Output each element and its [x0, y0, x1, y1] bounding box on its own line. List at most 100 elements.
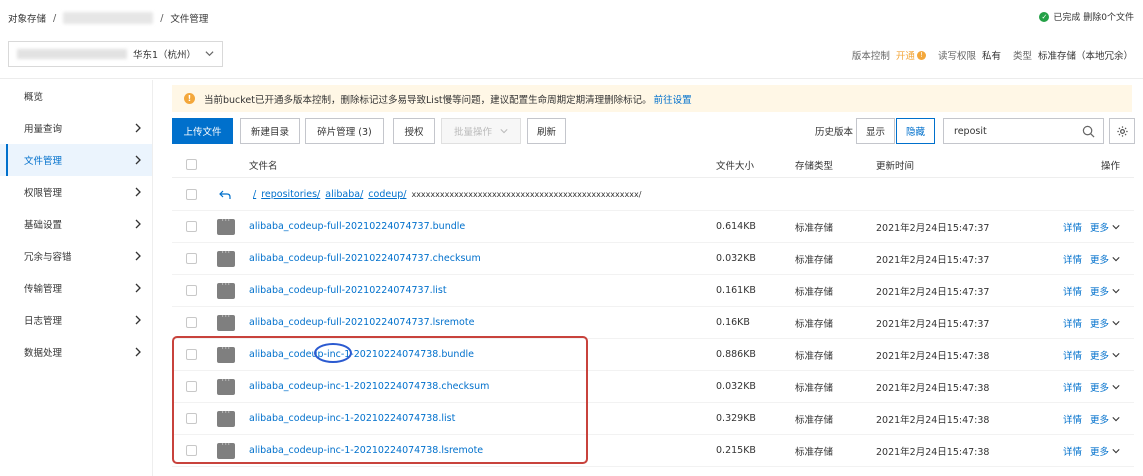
- storage-type: 标准存储: [795, 414, 834, 426]
- file-name-link[interactable]: alibaba_codeup-full-20210224074737.check…: [249, 243, 481, 274]
- more-link[interactable]: 更多: [1090, 444, 1109, 458]
- detail-link[interactable]: 详情: [1063, 412, 1082, 426]
- chevron-down-icon: [205, 51, 214, 57]
- file-icon: [217, 216, 235, 235]
- breadcrumb-bucket-redacted[interactable]: [63, 12, 154, 24]
- detail-link[interactable]: 详情: [1063, 252, 1082, 266]
- detail-link[interactable]: 详情: [1063, 284, 1082, 298]
- sidebar-item-usage[interactable]: 用量查询: [0, 112, 152, 144]
- chevron-down-icon[interactable]: [1112, 415, 1120, 423]
- table-row: alibaba_codeup-full-20210224074737.list 0…: [172, 275, 1134, 307]
- updated-time: 2021年2月24日15:47:37: [876, 286, 990, 298]
- path-root[interactable]: /: [253, 189, 256, 200]
- detail-link[interactable]: 详情: [1063, 220, 1082, 234]
- chevron-down-icon[interactable]: [1112, 351, 1120, 359]
- file-name-link[interactable]: alibaba_codeup-full-20210224074737.lsrem…: [249, 307, 474, 338]
- detail-link[interactable]: 详情: [1063, 380, 1082, 394]
- chevron-down-icon: [500, 129, 508, 134]
- chevron-down-icon[interactable]: [1112, 287, 1120, 295]
- storage-type: 标准存储: [795, 382, 834, 394]
- search-icon[interactable]: [1082, 125, 1095, 138]
- sidebar-item-basic-settings[interactable]: 基础设置: [0, 208, 152, 240]
- file-name-link[interactable]: alibaba_codeup-full-20210224074737.list: [249, 275, 447, 306]
- storage-type: 标准存储: [795, 318, 834, 330]
- row-actions: 详情 更多: [1063, 307, 1120, 338]
- checkbox[interactable]: [186, 317, 197, 328]
- checkbox[interactable]: [186, 159, 197, 170]
- banner-settings-link[interactable]: 前往设置: [654, 92, 692, 106]
- more-link[interactable]: 更多: [1090, 380, 1109, 394]
- checkbox[interactable]: [186, 285, 197, 296]
- sidebar-item-label: 用量查询: [24, 124, 63, 135]
- upload-file-button[interactable]: 上传文件: [172, 118, 233, 144]
- sidebar-item-redundancy[interactable]: 冗余与容错: [0, 240, 152, 272]
- breadcrumb-root[interactable]: 对象存储: [8, 11, 46, 25]
- checkbox[interactable]: [186, 253, 197, 264]
- rw-permission-label: 读写权限: [937, 51, 976, 62]
- file-size: 0.161KB: [716, 285, 756, 296]
- checkbox[interactable]: [186, 221, 197, 232]
- search-input[interactable]: [954, 125, 1074, 137]
- more-link[interactable]: 更多: [1090, 412, 1109, 426]
- divider: [0, 78, 1143, 79]
- updated-time: 2021年2月24日15:47:38: [876, 446, 990, 458]
- batch-operation-dropdown[interactable]: 批量操作: [441, 118, 521, 144]
- settings-button[interactable]: [1109, 118, 1135, 144]
- sidebar-item-transfer[interactable]: 传输管理: [0, 272, 152, 304]
- chevron-down-icon[interactable]: [1112, 447, 1120, 455]
- file-name-link[interactable]: alibaba_codeup-full-20210224074737.bundl…: [249, 211, 465, 242]
- more-link[interactable]: 更多: [1090, 220, 1109, 234]
- row-actions: 详情 更多: [1063, 243, 1120, 274]
- authorize-button[interactable]: 授权: [393, 118, 435, 144]
- storage-type: 标准存储: [795, 254, 834, 266]
- back-arrow-icon[interactable]: [219, 179, 231, 210]
- sidebar-item-files[interactable]: 文件管理: [0, 144, 152, 176]
- file-size: 0.16KB: [716, 317, 750, 328]
- path-segment[interactable]: codeup/: [368, 189, 406, 200]
- task-status[interactable]: ✓ 已完成 删除0个文件: [1039, 10, 1134, 23]
- sidebar-item-label: 数据处理: [24, 348, 63, 359]
- chevron-down-icon[interactable]: [1112, 223, 1120, 231]
- history-show-toggle[interactable]: 显示: [856, 118, 895, 144]
- chevron-right-icon: [135, 347, 141, 357]
- sidebar-item-label: 概览: [24, 92, 44, 103]
- path-breadcrumb: / repositories/ alibaba/ codeup/ xxxxxxx…: [253, 179, 641, 210]
- detail-link[interactable]: 详情: [1063, 348, 1082, 362]
- breadcrumb: 对象存储 / / 文件管理: [8, 10, 208, 26]
- sidebar-item-label: 冗余与容错: [24, 252, 72, 263]
- refresh-button[interactable]: 刷新: [527, 118, 566, 144]
- select-all-checkbox[interactable]: [186, 152, 197, 177]
- storage-type: 标准存储: [795, 350, 834, 362]
- sidebar-item-label: 传输管理: [24, 284, 63, 295]
- detail-link[interactable]: 详情: [1063, 444, 1082, 458]
- file-size: 0.886KB: [716, 349, 756, 360]
- new-directory-button[interactable]: 新建目录: [240, 118, 300, 144]
- file-size: 0.032KB: [716, 381, 756, 392]
- sidebar-item-overview[interactable]: 概览: [0, 80, 152, 112]
- chevron-right-icon: [135, 315, 141, 325]
- version-control-label: 版本控制: [851, 51, 890, 62]
- bucket-region-select[interactable]: 华东1（杭州）: [8, 41, 223, 67]
- bucket-meta: 版本控制 开通! 读写权限 私有 类型 标准存储（本地冗余）: [846, 48, 1133, 62]
- path-segment[interactable]: repositories/: [261, 189, 320, 200]
- fragment-management-button[interactable]: 碎片管理 (3): [305, 118, 384, 144]
- warning-icon: !: [184, 93, 195, 104]
- detail-link[interactable]: 详情: [1063, 316, 1082, 330]
- chevron-down-icon[interactable]: [1112, 383, 1120, 391]
- path-segment[interactable]: alibaba/: [325, 189, 363, 200]
- file-search[interactable]: [943, 118, 1104, 144]
- sidebar-item-data-processing[interactable]: 数据处理: [0, 336, 152, 368]
- more-link[interactable]: 更多: [1090, 252, 1109, 266]
- sidebar-item-permissions[interactable]: 权限管理: [0, 176, 152, 208]
- checkbox[interactable]: [186, 189, 197, 200]
- version-control-value[interactable]: 开通: [896, 48, 915, 62]
- more-link[interactable]: 更多: [1090, 284, 1109, 298]
- chevron-down-icon[interactable]: [1112, 319, 1120, 327]
- history-hide-toggle[interactable]: 隐藏: [896, 118, 935, 144]
- updated-time: 2021年2月24日15:47:37: [876, 254, 990, 266]
- more-link[interactable]: 更多: [1090, 348, 1109, 362]
- chevron-down-icon[interactable]: [1112, 255, 1120, 263]
- path-rest: xxxxxxxxxxxxxxxxxxxxxxxxxxxxxxxxxxxxxxxx…: [411, 190, 642, 199]
- sidebar-item-logs[interactable]: 日志管理: [0, 304, 152, 336]
- more-link[interactable]: 更多: [1090, 316, 1109, 330]
